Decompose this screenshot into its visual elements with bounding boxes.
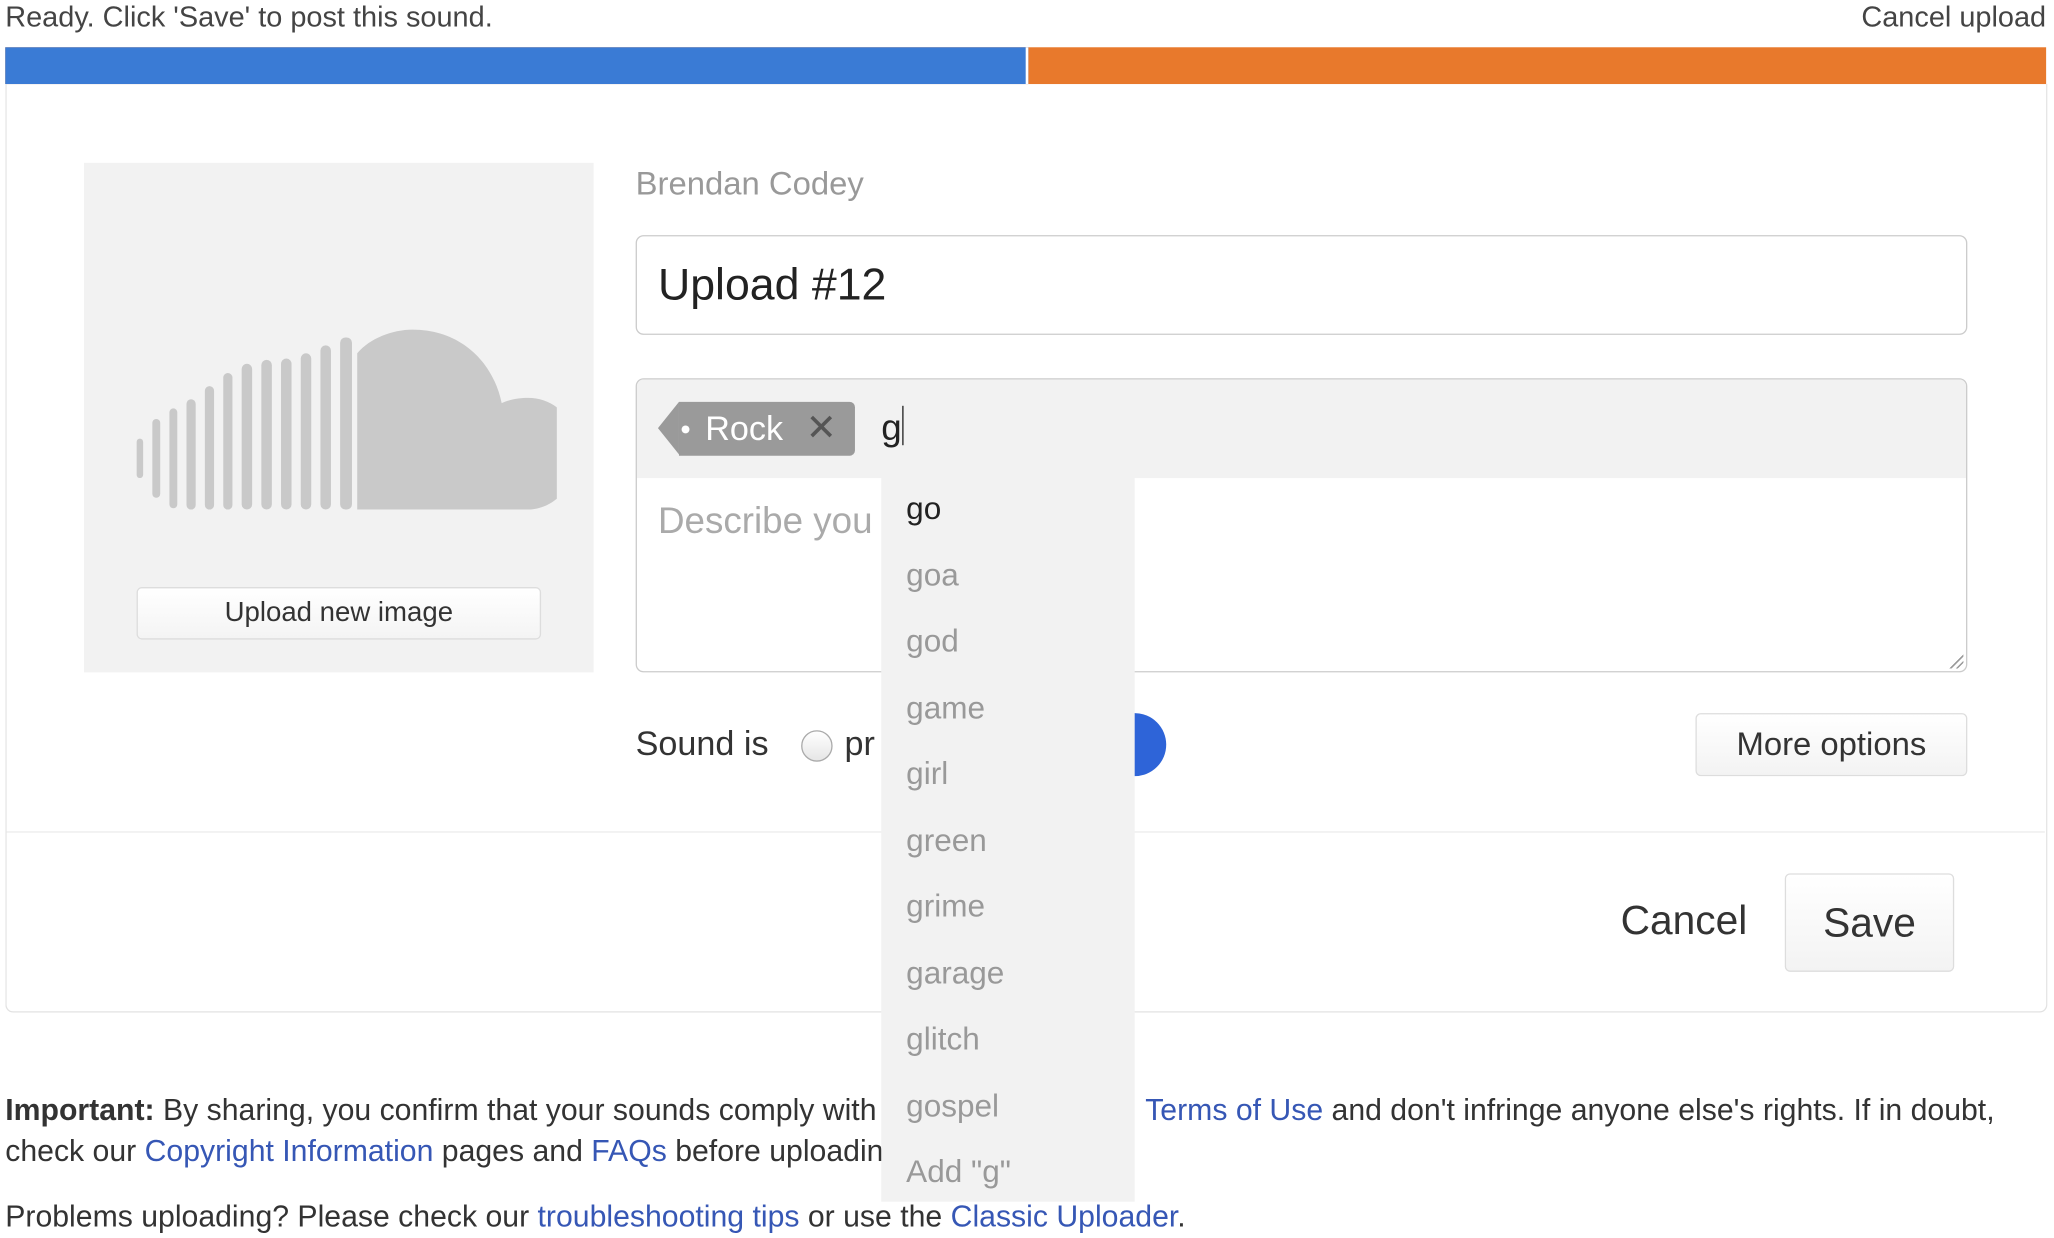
notice-text: pages and (433, 1133, 592, 1168)
tag-input-bar[interactable]: Rock ✕ g (636, 379, 1967, 479)
upload-progress-bar (5, 47, 2047, 85)
private-radio[interactable] (801, 730, 833, 762)
troubleshooting-tips-link[interactable]: troubleshooting tips (538, 1199, 800, 1233)
remove-tag-icon[interactable]: ✕ (806, 406, 837, 449)
autocomplete-item[interactable]: girl (881, 742, 1134, 808)
private-radio-label[interactable]: pr (844, 724, 874, 765)
resize-handle-icon[interactable] (1947, 652, 1964, 669)
description-textarea[interactable]: Describe you (658, 500, 873, 542)
username-label: Brendan Codey (635, 165, 864, 203)
terms-of-use-link[interactable]: Terms of Use (1145, 1093, 1323, 1127)
autocomplete-item[interactable]: god (881, 609, 1134, 675)
autocomplete-item[interactable]: grime (881, 875, 1134, 941)
cancel-button[interactable]: Cancel (1621, 897, 1748, 944)
tag-chip: Rock ✕ (657, 401, 855, 456)
problems-text: . (1177, 1199, 1186, 1234)
upload-progress-fill (5, 47, 1029, 85)
tags-description-box: Rock ✕ g Describe you (635, 378, 1968, 673)
title-input[interactable]: Upload #12 (635, 235, 1968, 335)
important-label: Important: (5, 1092, 155, 1127)
problems-text: Problems uploading? Please check our (5, 1199, 538, 1234)
notice-text: By sharing, you confirm that your sounds… (154, 1092, 929, 1127)
autocomplete-item[interactable]: game (881, 676, 1134, 742)
autocomplete-item[interactable]: glitch (881, 1007, 1134, 1073)
tag-input[interactable]: g (881, 406, 903, 449)
autocomplete-item[interactable]: go (881, 477, 1134, 543)
autocomplete-add-item[interactable]: Add "g" (881, 1140, 1134, 1206)
copyright-information-link[interactable]: Copyright Information (145, 1133, 434, 1167)
autocomplete-item[interactable]: garage (881, 941, 1134, 1007)
autocomplete-item[interactable]: goa (881, 543, 1134, 609)
sound-privacy-label: Sound is (635, 723, 769, 764)
tag-label: Rock (705, 408, 784, 448)
cancel-upload-link[interactable]: Cancel upload (1861, 0, 2046, 34)
tag-autocomplete-dropdown: go goa god game girl green grime garage … (881, 476, 1135, 1202)
soundcloud-logo-icon (136, 329, 557, 510)
autocomplete-item[interactable]: gospel (881, 1074, 1134, 1140)
autocomplete-item[interactable]: green (881, 808, 1134, 874)
more-options-button[interactable]: More options (1695, 713, 1968, 777)
upload-new-image-button[interactable]: Upload new image (136, 587, 542, 640)
faqs-link[interactable]: FAQs (591, 1133, 667, 1167)
notice-text: before uploading. (666, 1133, 909, 1168)
tag-dot-icon (681, 425, 690, 434)
save-button[interactable]: Save (1784, 873, 1955, 972)
upload-status-text: Ready. Click 'Save' to post this sound. (5, 0, 493, 33)
